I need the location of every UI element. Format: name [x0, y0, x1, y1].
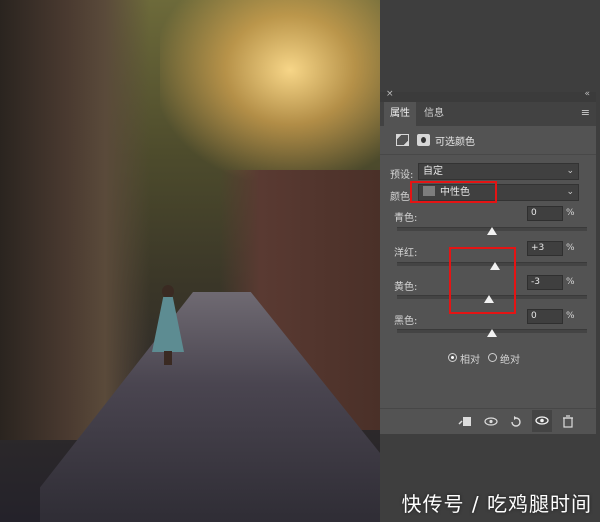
properties-panel: × « 属性 信息 ≡ 可选颜色 预设: 自定 ⌄ 颜色 中性色 ⌄ 青色: 0…: [380, 89, 596, 435]
chevron-down-icon: ⌄: [566, 166, 574, 176]
preset-value: 自定: [423, 166, 443, 177]
visibility-eye-icon[interactable]: [532, 410, 552, 432]
panel-bottom-bar: [380, 408, 596, 435]
chevron-down-icon: ⌄: [566, 187, 574, 197]
black-value-field[interactable]: 0: [527, 309, 563, 324]
slider-label: 洋红:: [394, 248, 418, 259]
highlight-box-sliders: [449, 247, 516, 314]
cyan-value-field[interactable]: 0: [527, 206, 563, 221]
magenta-value-field[interactable]: +3: [527, 241, 563, 256]
view-previous-icon[interactable]: [484, 415, 498, 428]
radio-relative-label: 相对: [460, 355, 480, 366]
slider-label: 黄色:: [394, 282, 418, 293]
slider-label: 青色:: [394, 213, 418, 224]
photo-canvas: [0, 0, 380, 522]
layer-mask-icon[interactable]: [417, 134, 430, 146]
radio-relative[interactable]: [448, 353, 457, 362]
clip-to-layer-icon[interactable]: [458, 415, 472, 428]
tab-properties[interactable]: 属性: [384, 102, 416, 126]
preset-label: 预设:: [390, 170, 414, 181]
close-icon[interactable]: ×: [386, 89, 394, 99]
preset-dropdown[interactable]: 自定 ⌄: [418, 163, 579, 180]
slider-label: 黑色:: [394, 316, 418, 327]
slider-thumb[interactable]: [487, 227, 497, 235]
collapse-icon[interactable]: «: [584, 89, 590, 99]
watermark-text: 快传号 / 吃鸡腿时间: [401, 492, 592, 516]
panel-tabs: 属性 信息 ≡: [380, 102, 596, 126]
banyan-tree-wall: [0, 0, 150, 440]
radio-absolute-label: 绝对: [500, 355, 520, 366]
tab-info[interactable]: 信息: [418, 102, 450, 126]
highlight-box-color: [410, 181, 497, 203]
percent-unit: %: [566, 311, 575, 321]
yellow-value-field[interactable]: -3: [527, 275, 563, 290]
adjustment-title: 可选颜色: [435, 137, 475, 148]
percent-unit: %: [566, 277, 575, 287]
panel-titlebar: × «: [380, 89, 596, 102]
percent-unit: %: [566, 208, 575, 218]
trash-icon[interactable]: [561, 415, 575, 428]
sunlight-glow: [160, 0, 380, 180]
radio-absolute[interactable]: [488, 353, 497, 362]
panel-menu-icon[interactable]: ≡: [581, 106, 590, 119]
adjustment-layer-icon: [396, 134, 409, 146]
reset-icon[interactable]: [509, 415, 523, 428]
adjustment-header: 可选颜色: [380, 126, 596, 155]
girl-figure: [150, 285, 186, 365]
color-label: 颜色: [390, 192, 410, 203]
slider-thumb[interactable]: [487, 329, 497, 337]
percent-unit: %: [566, 243, 575, 253]
